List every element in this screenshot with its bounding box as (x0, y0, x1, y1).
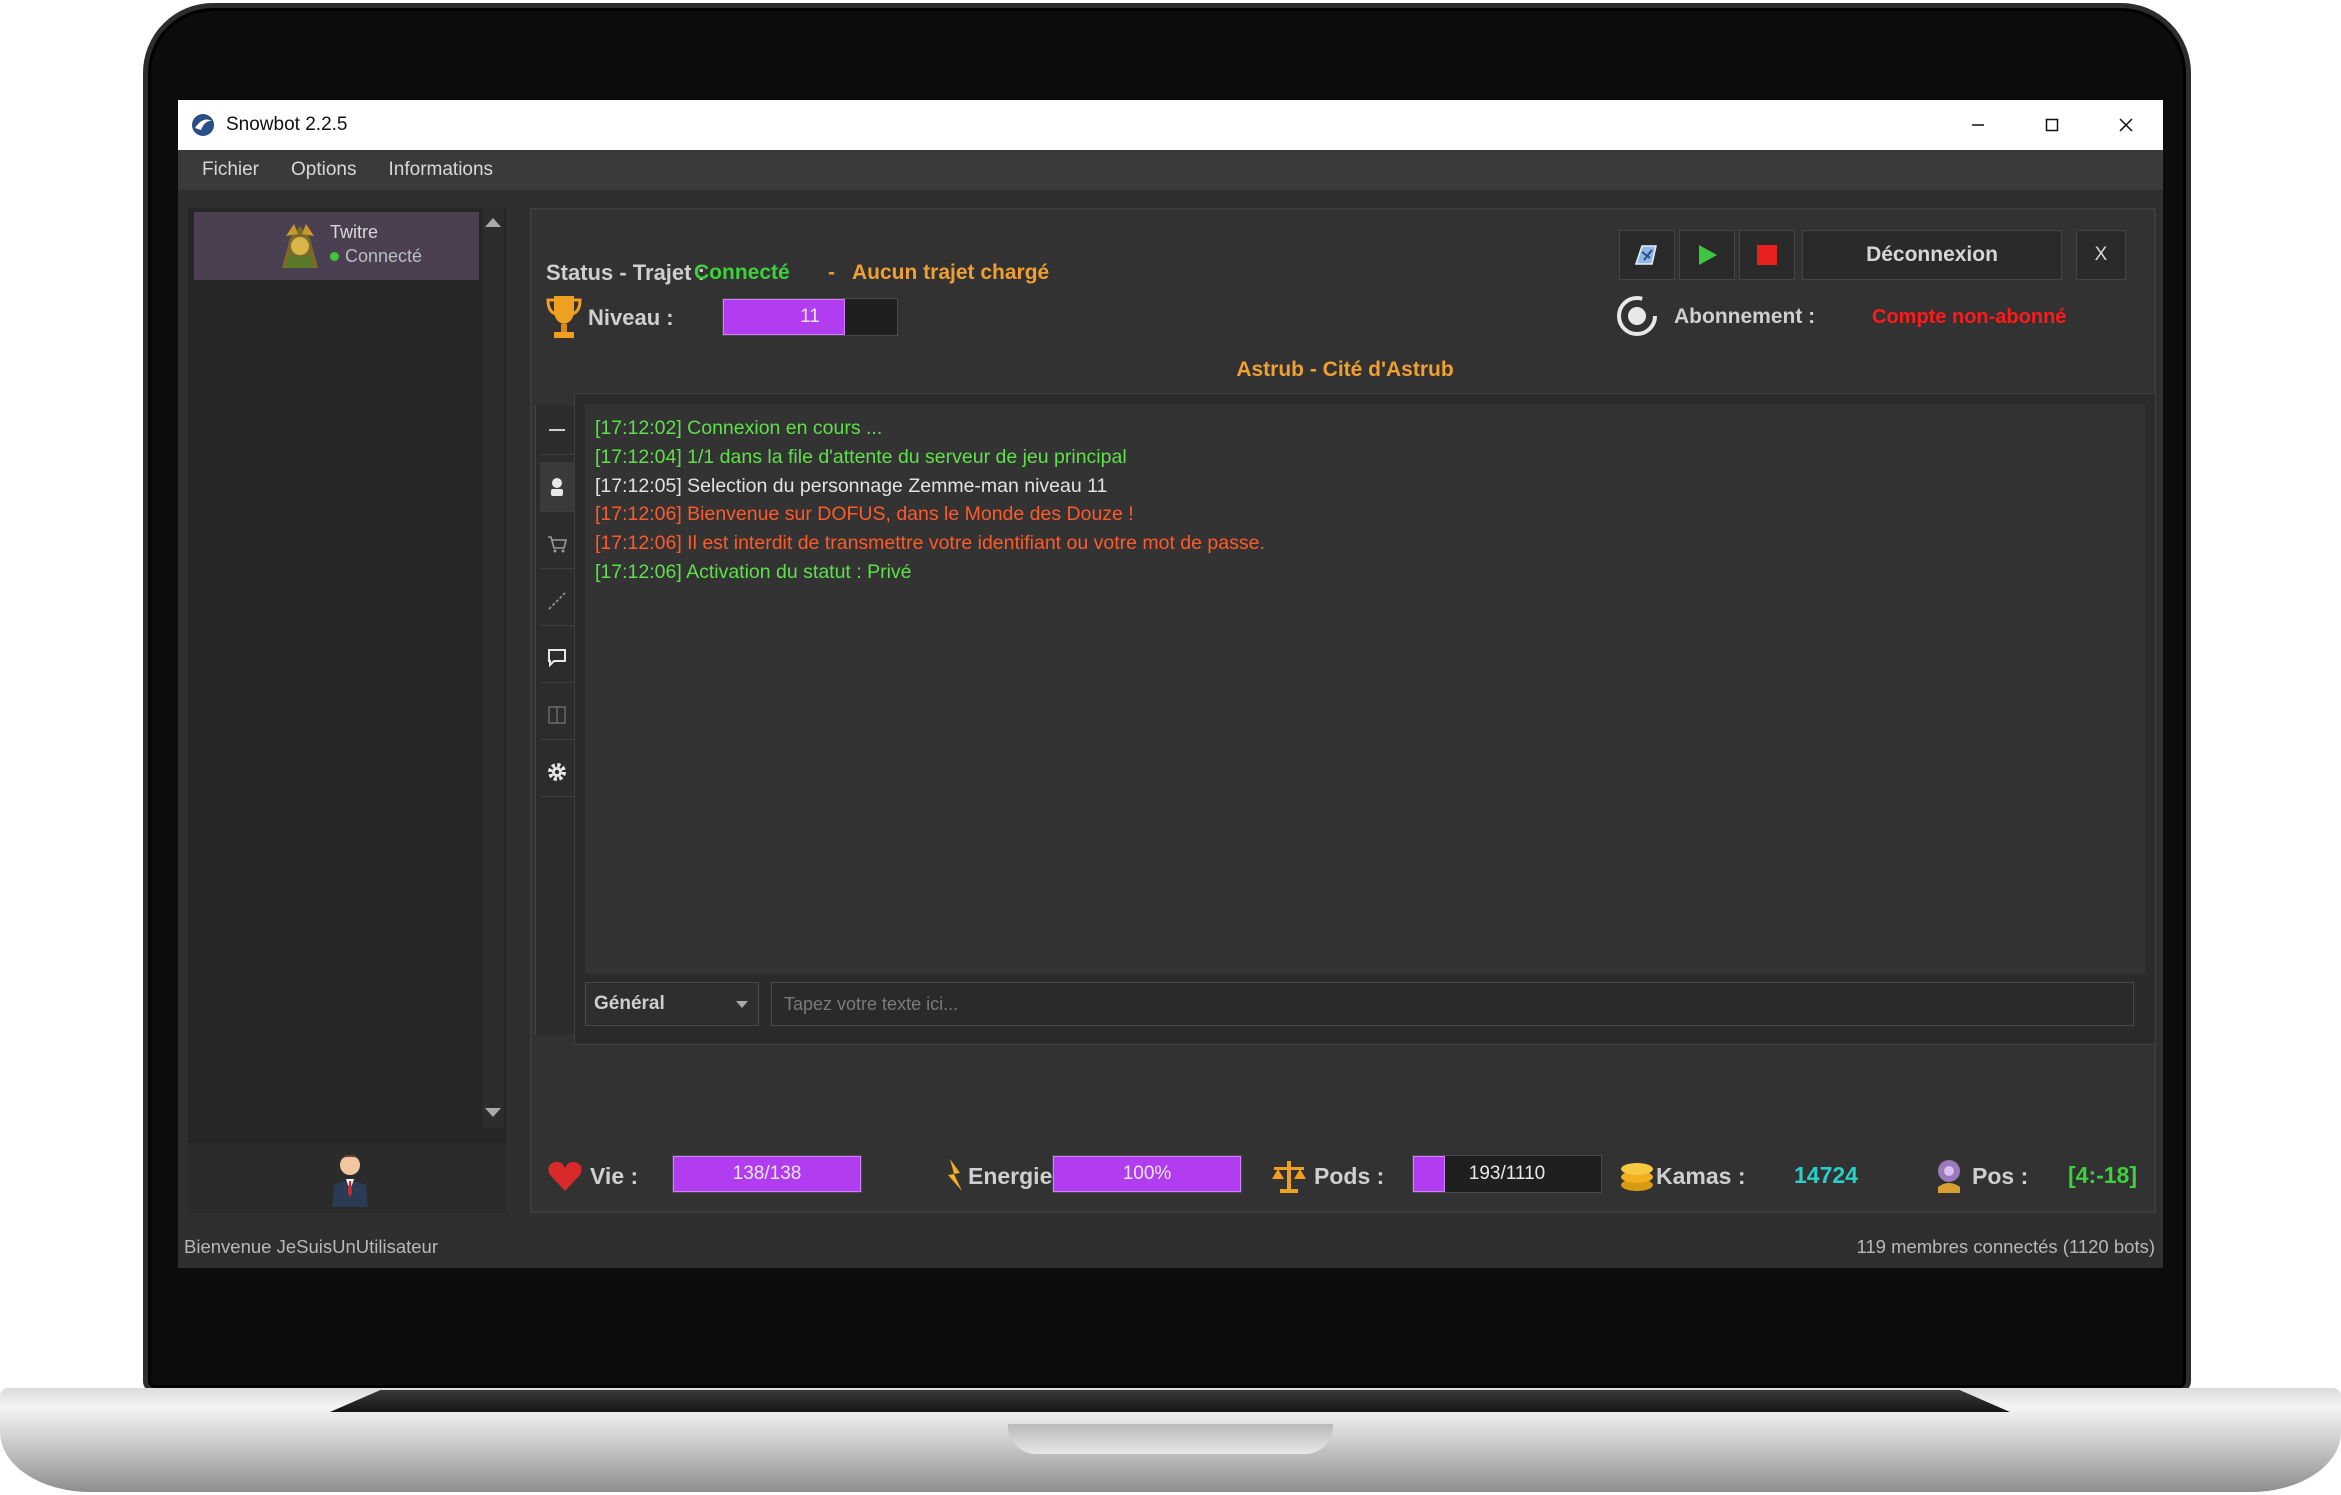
log-line: [17:12:06] Activation du statut : Privé (595, 560, 912, 583)
gear-icon (548, 762, 566, 781)
niveau-label: Niveau : (588, 305, 674, 330)
character-avatar-icon (282, 224, 318, 268)
status-trajet-label: Status - Trajet : (546, 260, 705, 285)
menu-informations[interactable]: Informations (389, 159, 494, 181)
scroll-down-icon[interactable] (485, 1108, 501, 1117)
main-panel: Status - Trajet : Connecté - Aucun traje… (530, 208, 2156, 1213)
log-line: [17:12:06] Il est interdit de transmettr… (595, 532, 1265, 555)
pos-value: [4:-18] (2068, 1162, 2138, 1188)
maximize-icon (2045, 118, 2059, 132)
path-icon (548, 591, 566, 610)
disconnect-button[interactable]: Déconnexion (1802, 230, 2062, 280)
vie-label: Vie : (590, 1163, 639, 1189)
close-account-button[interactable]: X (2076, 230, 2126, 280)
account-list-scrollbar[interactable] (482, 208, 504, 1128)
side-toolbar (535, 405, 575, 1035)
welcome-message: Bienvenue JeSuisUnUtilisateur (184, 1236, 438, 1257)
cart-icon (548, 535, 568, 552)
kamas-label: Kamas : (1656, 1163, 1746, 1189)
trajet-status: Aucun trajet chargé (852, 261, 1050, 284)
niveau-value: 11 (800, 306, 820, 327)
columns-icon (548, 705, 566, 724)
laptop-opening-notch (1008, 1424, 1333, 1454)
minus-icon (549, 428, 565, 431)
chat-input[interactable]: Tapez votre texte ici... (771, 982, 2134, 1026)
subscription-icon (1617, 296, 1657, 336)
user-footer (188, 1143, 506, 1213)
tab-console[interactable] (540, 405, 574, 455)
heart-icon (548, 1161, 582, 1191)
maximize-button[interactable] (2015, 100, 2089, 150)
position-pin-icon (1938, 1160, 1960, 1193)
account-name: Twitre (330, 222, 379, 242)
pods-value: 193/1110 (1468, 1163, 1546, 1184)
user-avatar-icon[interactable] (330, 1151, 370, 1207)
current-location: Astrub - Cité d'Astrub (1236, 358, 1454, 381)
tab-character[interactable] (540, 462, 574, 512)
tab-shop[interactable] (540, 519, 574, 569)
scale-icon (1272, 1161, 1306, 1193)
account-list-panel: Twitre Connecté (188, 208, 506, 1213)
niveau-progress-bar: 11 (722, 298, 898, 336)
tab-chat[interactable] (540, 633, 574, 683)
map-icon (1634, 245, 1657, 265)
log-line: [17:12:06] Bienvenue sur DOFUS, dans le … (595, 503, 1134, 526)
status-separator: - (828, 261, 835, 284)
console-frame: [17:12:02] Connexion en cours ... [17:12… (574, 393, 2156, 1045)
account-status: Connecté (330, 246, 422, 267)
character-icon (551, 477, 563, 496)
chat-channel-select[interactable]: Général (585, 982, 759, 1026)
energie-progress-bar: 100% (1052, 1155, 1242, 1193)
close-window-button[interactable] (2089, 100, 2163, 150)
coins-icon (1621, 1163, 1653, 1191)
load-trajet-button[interactable] (1619, 230, 1675, 280)
minimize-icon (1972, 124, 1984, 126)
window-title: Snowbot 2.2.5 (226, 114, 348, 135)
connected-members: 119 membres connectés (1120 bots) (1856, 1236, 2155, 1257)
account-item[interactable]: Twitre Connecté (194, 212, 479, 280)
log-line: [17:12:02] Connexion en cours ... (595, 417, 883, 439)
trophy-icon (546, 296, 582, 338)
stop-button[interactable] (1739, 230, 1795, 280)
energie-value: 100% (1122, 1163, 1172, 1184)
snowbot-logo-icon (192, 114, 214, 136)
laptop-keyboard-strip (330, 1390, 2010, 1412)
chat-channel-value: Général (594, 993, 665, 1014)
kamas-value: 14724 (1794, 1162, 1858, 1188)
scroll-up-icon[interactable] (485, 218, 501, 227)
log-line: [17:12:05] Selection du personnage Zemme… (595, 474, 1108, 497)
menu-options[interactable]: Options (291, 159, 356, 181)
abonnement-label: Abonnement : (1674, 305, 1816, 328)
online-dot-icon (330, 252, 339, 261)
console-log: [17:12:02] Connexion en cours ... [17:12… (585, 404, 2145, 974)
tab-path[interactable] (540, 576, 574, 626)
start-button[interactable] (1679, 230, 1735, 280)
connection-status: Connecté (694, 261, 790, 284)
pos-label: Pos : (1972, 1163, 2029, 1189)
chevron-down-icon (736, 1001, 748, 1008)
pods-progress-bar: 193/1110 (1412, 1155, 1602, 1193)
menu-fichier[interactable]: Fichier (202, 159, 259, 181)
vie-value: 138/138 (732, 1163, 802, 1184)
tab-settings[interactable] (540, 747, 574, 797)
log-line: [17:12:04] 1/1 dans la file d'attente du… (595, 445, 1127, 468)
abonnement-value: Compte non-abonné (1872, 306, 2067, 328)
tab-split[interactable] (540, 690, 574, 740)
menu-bar: Fichier Options Informations (178, 150, 2163, 190)
pods-label: Pods : (1314, 1163, 1385, 1189)
app-window: Snowbot 2.2.5 Fichier Options Informatio… (178, 100, 2163, 1268)
close-icon (2119, 118, 2133, 132)
status-bar: Bienvenue JeSuisUnUtilisateur 119 membre… (178, 1226, 2163, 1268)
title-bar: Snowbot 2.2.5 (178, 100, 2163, 150)
chat-icon (548, 648, 566, 667)
account-status-text: Connecté (345, 246, 423, 266)
play-icon (1699, 245, 1717, 265)
stop-icon (1757, 245, 1777, 265)
vie-progress-bar: 138/138 (672, 1155, 862, 1193)
minimize-button[interactable] (1941, 100, 2015, 150)
